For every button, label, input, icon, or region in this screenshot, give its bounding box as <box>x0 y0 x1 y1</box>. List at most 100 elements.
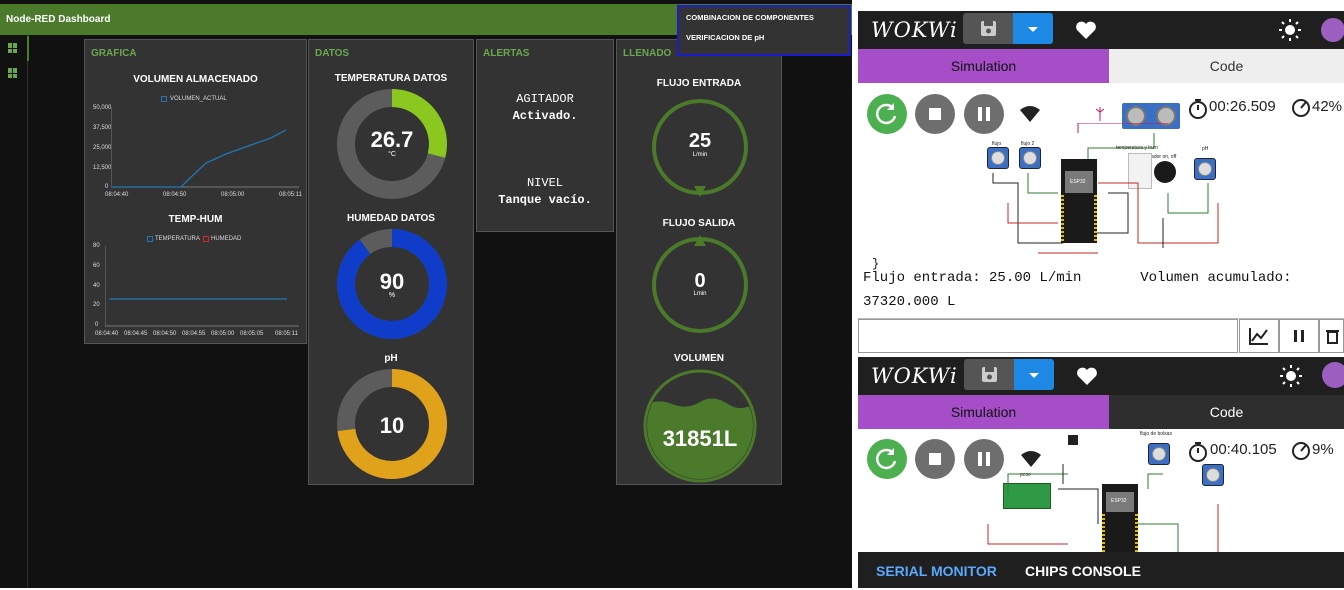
restart-icon <box>875 448 897 470</box>
wokwi-tabs: Simulation Code <box>858 49 1344 83</box>
save-button[interactable] <box>964 359 1014 390</box>
y-tick: 37,500 <box>93 125 112 131</box>
potentiometer-bolsas[interactable] <box>1148 443 1170 465</box>
simulation-timer: 00:26.509 <box>1209 98 1276 115</box>
y-tick: 40 <box>93 283 100 289</box>
dashboard-sidebar <box>0 35 28 588</box>
menu-item-verificacion-ph[interactable]: VERIFICACION DE pH <box>686 33 764 42</box>
tab-simulation[interactable]: Simulation <box>858 49 1109 83</box>
wokwi-window-2: WOKWi Simulation Code peso flujo de bols… <box>858 357 1344 588</box>
y-tick: 12,500 <box>93 165 112 171</box>
tab-chips-console[interactable]: CHIPS CONSOLE <box>1025 552 1141 588</box>
chart-icon <box>1249 328 1268 345</box>
sun-icon[interactable] <box>1278 18 1302 42</box>
simulation-canvas: peso flujo de bolsas 00:40.105 9% ESP32 <box>858 429 1344 552</box>
wokwi-logo[interactable]: WOKWi <box>871 364 958 388</box>
heart-icon[interactable] <box>1074 19 1098 41</box>
x-tick: 08:04:40 <box>105 192 129 198</box>
wokwi-header: WOKWi <box>858 357 1344 395</box>
y-tick: 60 <box>93 263 100 269</box>
pause-icon <box>1294 330 1304 342</box>
stop-button[interactable] <box>915 94 955 134</box>
plotter-button[interactable] <box>1239 319 1279 353</box>
dashboard-tab-menu: COMBINACION DE COMPONENTES VERIFICACION … <box>677 5 851 56</box>
save-icon <box>981 21 996 36</box>
y-tick: 50,000 <box>93 105 112 111</box>
gauge-title: FLUJO SALIDA <box>662 218 736 229</box>
gauge-title: pH <box>384 353 398 364</box>
legend-swatch[interactable] <box>147 236 153 242</box>
alert-value: Tanque vacío. <box>498 193 592 207</box>
restart-button[interactable] <box>867 94 907 134</box>
wokwi-window-1: WOKWi Simulation Code 00:26.509 42% fluj… <box>858 11 1344 353</box>
tab-serial-monitor[interactable]: SERIAL MONITOR <box>876 552 997 588</box>
legend-swatch[interactable] <box>161 96 167 102</box>
legend-label: TEMPERATURA <box>155 236 200 242</box>
restart-button[interactable] <box>867 439 907 479</box>
save-button[interactable] <box>963 13 1013 44</box>
save-options-button[interactable] <box>1013 13 1053 44</box>
gauge-title: VOLUMEN <box>674 353 724 364</box>
esp32-board[interactable]: ESP32 <box>1061 159 1097 243</box>
serial-input[interactable] <box>858 319 1238 353</box>
speed-gauge-icon <box>1292 99 1310 117</box>
part-label: flujo de bolsas <box>1140 431 1172 437</box>
speed-gauge-icon <box>1292 442 1310 460</box>
stop-icon <box>929 453 941 465</box>
x-tick: 08:04:40 <box>95 331 119 337</box>
x-tick: 08:05:11 <box>275 331 298 337</box>
wokwi-header: WOKWi <box>858 11 1344 49</box>
volume-value: 31851L <box>662 426 738 451</box>
serial-line: Flujo entrada: 25.00 L/min Volumen acumu… <box>863 270 1292 286</box>
group-title: LLENADO <box>623 48 672 59</box>
group-title: GRAFICA <box>91 48 137 59</box>
gauge-value: 26.7 <box>370 127 414 152</box>
legend-label: HUMEDAD <box>211 236 242 242</box>
gauge-value: 10 <box>379 413 405 438</box>
esp32-label: ESP32 <box>1111 498 1127 504</box>
y-tick: 20 <box>93 302 100 308</box>
dashboard-tab-icon[interactable] <box>8 68 18 78</box>
alert-label: NIVEL <box>526 176 563 190</box>
gauge-title: TEMPERATURA DATOS <box>334 73 448 84</box>
volume-chart-plot <box>111 107 299 188</box>
tab-simulation[interactable]: Simulation <box>858 395 1109 429</box>
y-tick: 0 <box>95 322 99 328</box>
x-tick: 08:04:50 <box>163 192 187 198</box>
menu-item-combinacion[interactable]: COMBINACION DE COMPONENTES <box>686 13 814 22</box>
save-options-button[interactable] <box>1014 359 1054 390</box>
esp32-board[interactable]: ESP32 <box>1102 484 1138 552</box>
group-grafica: GRAFICA VOLUMEN ALMACENADO VOLUMEN_ACTUA… <box>84 39 307 344</box>
x-tick: 08:05:05 <box>240 331 264 337</box>
avatar[interactable] <box>1321 18 1344 42</box>
simulation-timer: 00:40.105 <box>1210 441 1277 458</box>
heart-icon[interactable] <box>1075 365 1099 387</box>
gauge-title: HUMEDAD DATOS <box>347 213 435 224</box>
trash-icon <box>1325 330 1339 344</box>
y-tick: 25,000 <box>93 145 112 151</box>
group-title: DATOS <box>315 48 350 59</box>
gauge-unit: °C <box>388 151 396 158</box>
wokwi-logo[interactable]: WOKWi <box>871 18 958 42</box>
avatar[interactable] <box>1322 362 1344 388</box>
pause-serial-button[interactable] <box>1279 319 1319 353</box>
gauge-title: FLUJO ENTRADA <box>656 78 742 89</box>
legend-label: VOLUMEN_ACTUAL <box>170 96 227 102</box>
chart-title: VOLUMEN ALMACENADO <box>133 74 258 85</box>
x-tick: 08:04:50 <box>153 331 177 337</box>
tab-code[interactable]: Code <box>1109 49 1344 83</box>
stop-button[interactable] <box>915 439 955 479</box>
simulation-speed: 42% <box>1312 98 1343 115</box>
console-tabs: SERIAL MONITOR CHIPS CONSOLE <box>858 552 1344 588</box>
legend-swatch[interactable] <box>203 236 209 242</box>
chevron-down-icon <box>1029 373 1039 378</box>
sensor-chip[interactable] <box>1068 435 1078 445</box>
clear-serial-button[interactable] <box>1319 319 1344 353</box>
tab-code[interactable]: Code <box>1109 395 1344 429</box>
group-alertas: ALERTAS AGITADOR Activado. NIVEL Tanque … <box>476 39 614 232</box>
restart-icon <box>875 103 897 125</box>
sun-icon[interactable] <box>1279 364 1303 388</box>
stop-icon <box>929 108 941 120</box>
dashboard-tab-icon[interactable] <box>8 43 18 53</box>
x-tick: 08:04:45 <box>124 331 148 337</box>
